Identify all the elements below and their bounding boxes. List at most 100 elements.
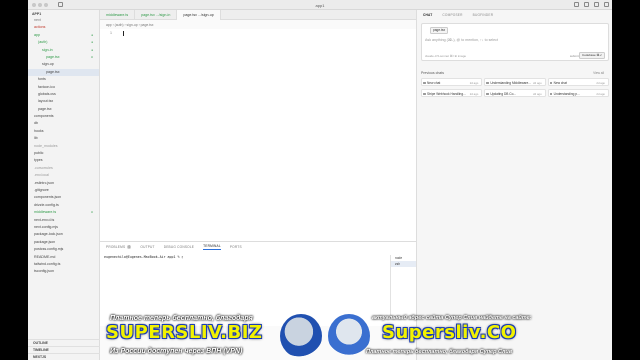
tree-item[interactable]: .env.local — [28, 172, 99, 179]
title-bar: app1 — [28, 0, 612, 10]
tree-item-label: next-env.d.ts — [34, 217, 55, 222]
outline-section[interactable]: OUTLINE — [28, 339, 100, 346]
tab-output[interactable]: OUTPUT — [140, 245, 154, 249]
tree-item[interactable]: lib — [28, 135, 99, 142]
nextjs-section[interactable]: NEXTJS — [28, 353, 100, 360]
tree-item[interactable]: package.json — [28, 239, 99, 246]
tree-item[interactable]: public — [28, 150, 99, 157]
tab-problems[interactable]: PROBLEMS 0 — [106, 244, 132, 249]
layout-left-icon[interactable] — [574, 2, 579, 7]
tree-item[interactable]: next-env.d.ts — [28, 217, 99, 224]
window-title: app1 — [315, 2, 325, 8]
git-status-badge: U — [90, 54, 93, 59]
tree-item[interactable]: next — [28, 17, 99, 24]
tree-item[interactable]: tsconfig.json — [28, 268, 99, 275]
tree-item[interactable]: README.md — [28, 254, 99, 261]
tree-item[interactable]: package-lock.json — [28, 231, 99, 238]
tree-item[interactable]: postcss.config.mjs — [28, 246, 99, 253]
text-cursor — [123, 31, 124, 36]
tree-item-label: tsconfig.json — [34, 269, 54, 274]
tab-composer[interactable]: COMPOSER — [442, 13, 462, 17]
tree-item[interactable]: actions — [28, 24, 99, 31]
banner-left-logo: SUPERSLIV.BIZ — [106, 322, 263, 343]
previous-chat-age: 2d ago — [533, 92, 542, 96]
tree-item-label: components.json — [34, 195, 62, 200]
settings-gear-icon[interactable] — [604, 2, 609, 7]
chat-bubble-icon — [486, 81, 489, 84]
tree-item-label: types — [34, 158, 43, 163]
tree-item[interactable]: db — [28, 120, 99, 127]
tree-item[interactable]: page.tsx U — [28, 54, 99, 61]
editor-tab[interactable]: page.tsx .../sign-in — [135, 10, 178, 20]
context-file-chip[interactable]: page.tsx — [430, 27, 449, 34]
previous-chat-card[interactable]: Understanding Middleware... 2d ago — [484, 78, 546, 86]
previous-chat-age: 2d ago — [469, 81, 479, 85]
tree-item[interactable]: components.json — [28, 194, 99, 201]
editor-tab[interactable]: middleware.ts — [100, 10, 136, 20]
tree-item[interactable]: app ● — [28, 32, 99, 39]
tree-item[interactable]: (auth) ● — [28, 39, 99, 46]
tree-item[interactable]: favicon.ico — [28, 84, 99, 91]
tree-item-label: next — [34, 18, 41, 22]
tree-item-label: page.tsx — [38, 106, 52, 111]
terminal-zsh[interactable]: zsh — [391, 261, 416, 267]
tab-chat[interactable]: CHAT — [423, 13, 432, 17]
tree-item[interactable]: middleware.ts U — [28, 209, 99, 216]
previous-chat-card[interactable]: Stripe Webhook Handling... 2d ago — [421, 89, 483, 97]
banner-left-top: Платное теперь бесплатно, благодаря — [110, 315, 253, 322]
previous-chat-card[interactable]: Understanding p... 2d ago — [547, 89, 609, 97]
ai-chat-panel: CHAT COMPOSER BUGFINDER page.tsx Ask any… — [416, 10, 612, 360]
codebase-submit-button[interactable]: Codebase ⌘↵ — [578, 51, 605, 59]
tree-item-label: page.tsx — [46, 54, 60, 59]
tree-item-label: layout.tsx — [38, 99, 54, 104]
tree-item[interactable]: tailwind.config.ts — [28, 261, 99, 268]
chat-tabs: CHAT COMPOSER BUGFINDER — [417, 10, 612, 20]
chat-input-box[interactable]: page.tsx Ask anything (⌘L), @ to mention… — [421, 23, 609, 61]
terminal-prompt[interactable]: eugenechilo@Eugenes-MacBook-Air app1 % ▯ — [104, 255, 183, 259]
panel-tabs: PROBLEMS 0 OUTPUT DEBUG CONSOLE TERMINAL… — [100, 242, 416, 251]
previous-chat-card[interactable]: Updating DB Co... 2d ago — [484, 89, 546, 97]
tree-item[interactable]: page.tsx — [28, 106, 99, 113]
tab-bugfinder[interactable]: BUGFINDER — [473, 13, 494, 17]
tree-item[interactable]: fonts — [28, 76, 99, 83]
tree-item-label: README.md — [34, 254, 56, 259]
tab-debug-console[interactable]: DEBUG CONSOLE — [164, 245, 194, 249]
tree-item[interactable]: components — [28, 113, 99, 120]
tab-terminal[interactable]: TERMINAL — [203, 244, 221, 250]
tree-item[interactable]: page.tsx — [28, 68, 99, 77]
tree-item[interactable]: .gitignore — [28, 187, 99, 194]
tree-item[interactable]: .cursorrules — [28, 165, 99, 172]
editor-tab[interactable]: page.tsx .../sign-up — [177, 10, 221, 20]
chat-input-placeholder[interactable]: Ask anything (⌘L), @ to mention, ↑↓ to s… — [425, 38, 498, 42]
previous-chat-card[interactable]: New chat 2d ago — [547, 78, 609, 86]
layout-right-icon[interactable] — [594, 2, 599, 7]
tree-item[interactable]: drizzle.config.ts — [28, 202, 99, 209]
previous-chat-card[interactable]: New chat 2d ago — [421, 78, 483, 86]
tree-item-label: public — [34, 151, 44, 156]
tree-item-label: node_modules — [34, 143, 58, 148]
chat-bubble-icon — [549, 81, 553, 84]
tree-item-label: sign-up — [42, 62, 54, 67]
code-editor[interactable]: 1 — [100, 29, 416, 241]
layout-bottom-icon[interactable] — [584, 2, 589, 7]
tree-item-label: app — [34, 32, 40, 37]
model-selector[interactable]: claude-3.5-sonnet ⌘/ ⊕ image — [425, 54, 466, 58]
tree-item-label: .env.local — [34, 173, 49, 178]
shark-mascot-icon — [280, 314, 322, 358]
tree-item[interactable]: sign-in ● — [28, 47, 99, 54]
timeline-section[interactable]: TIMELINE — [28, 346, 100, 353]
tree-item[interactable]: globals.css — [28, 91, 99, 98]
tree-item[interactable]: .eslintrc.json — [28, 180, 99, 187]
banner-right-top: актуальный адрес сайта Супер Слив найдет… — [372, 315, 532, 321]
tree-item[interactable]: hooks — [28, 128, 99, 135]
tree-item[interactable]: next.config.mjs — [28, 224, 99, 231]
breadcrumb[interactable]: app › (auth) › sign-up › page.tsx — [106, 23, 154, 27]
git-status-badge: ● — [91, 40, 93, 45]
tab-ports[interactable]: PORTS — [230, 245, 242, 249]
tree-item[interactable]: node_modules — [28, 143, 99, 150]
view-all-link[interactable]: View all — [593, 71, 604, 75]
tree-item[interactable]: layout.tsx — [28, 98, 99, 105]
tree-item[interactable]: types — [28, 157, 99, 164]
tree-item[interactable]: sign-up — [28, 61, 99, 68]
watermark-banner: Платное теперь бесплатно, благодаря SUPE… — [100, 312, 560, 360]
